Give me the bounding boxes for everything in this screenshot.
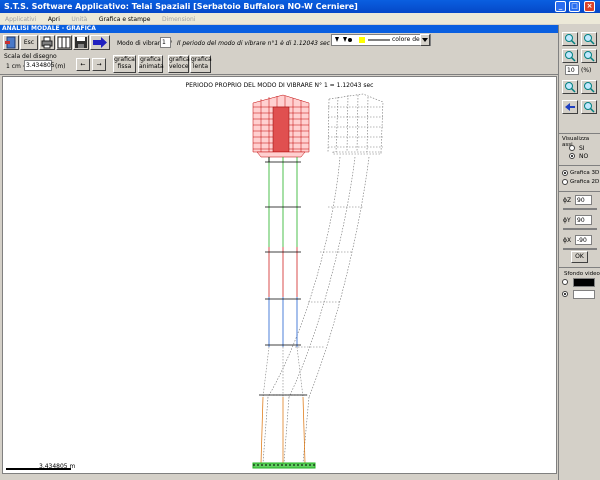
columns-orange (260, 396, 306, 464)
window-title-bar: S.T.S. Software Applicativo: Telai Spazi… (0, 0, 600, 13)
maximize-button[interactable]: □ (569, 1, 580, 12)
zoom-in-button[interactable] (562, 32, 578, 46)
esc-button[interactable]: Esc (20, 35, 38, 50)
phi-x-input[interactable]: -90 (575, 235, 592, 245)
grafica-2d-label: Grafica 2D (570, 179, 600, 185)
phi-x-label: ɸX (563, 237, 572, 244)
axes-si-label: SI (579, 145, 585, 152)
magnifier-fit-icon (584, 51, 595, 62)
minimize-button[interactable]: _ (555, 1, 566, 12)
scale-right-button[interactable]: → (92, 58, 106, 71)
ok-button[interactable]: OK (571, 251, 588, 263)
grafica-animata-button[interactable]: grafica animata (138, 55, 164, 73)
bg-title: Sfondo video (564, 271, 600, 277)
color-picker[interactable]: colore dei (331, 34, 431, 46)
scale-bar-label: 3.434805 m (39, 463, 76, 470)
floppy-disk-icon (75, 37, 87, 48)
grafica-veloce-button[interactable]: grafica veloce (168, 55, 190, 73)
tank-mesh (252, 94, 310, 158)
zoom-out-button[interactable] (581, 32, 597, 46)
bg-black-swatch[interactable] (573, 278, 595, 287)
foundation (252, 462, 316, 469)
divider (559, 133, 600, 134)
color-dropdown-button[interactable] (420, 34, 430, 46)
view-prev-button[interactable] (562, 100, 578, 114)
next-arrow-button[interactable] (90, 35, 110, 50)
rotate-right-button[interactable] (581, 80, 597, 94)
grafica-3d-radio[interactable] (562, 170, 568, 176)
arrow-left-icon (565, 103, 575, 111)
mode-input[interactable]: 1 (160, 37, 171, 48)
arrow-right-icon (93, 37, 107, 48)
panel-title: ANALISI MODALE - GRAFICA (0, 25, 558, 33)
close-button[interactable]: × (584, 1, 595, 12)
menu-unita[interactable]: Unità (71, 16, 87, 23)
bg-white-radio[interactable] (562, 291, 568, 297)
drawing-canvas[interactable]: PERIODO PROPRIO DEL MODO DI VIBRARE N° 1… (2, 76, 557, 474)
columns-icon (57, 36, 71, 49)
view-next-button[interactable] (581, 100, 597, 114)
divider (559, 191, 600, 192)
menu-applicativi[interactable]: Applicativi (5, 16, 36, 23)
phi-z-input[interactable]: 90 (575, 195, 592, 205)
menu-apri[interactable]: Apri (48, 16, 60, 23)
axes-no-label: NO (579, 153, 589, 160)
phi-y-input[interactable]: 90 (575, 215, 592, 225)
divider (559, 165, 600, 166)
magnifier-minus-icon (584, 34, 595, 45)
period-text: Il periodo del modo di vibrare n°1 è di … (177, 40, 330, 47)
color-label: colore dei (392, 36, 422, 43)
window-title: S.T.S. Software Applicativo: Telai Spazi… (4, 2, 358, 11)
phi-y-label: ɸY (563, 217, 571, 224)
grafica-2d-radio[interactable] (562, 179, 568, 185)
columns-lower (262, 346, 304, 398)
columns-button[interactable] (56, 35, 72, 50)
printer-icon (41, 36, 53, 49)
grafica-lenta-button[interactable]: grafica lenta (190, 55, 212, 73)
scale-unit: (m) (55, 63, 66, 70)
pan-button[interactable] (562, 49, 578, 63)
grafica-3d-label: Grafica 3D (570, 170, 600, 176)
rotate-icon (584, 82, 595, 93)
bg-black-radio[interactable] (562, 279, 568, 285)
structure-drawing (6, 93, 384, 470)
scale-input[interactable]: 3.434805 (24, 60, 55, 71)
menu-bar: Applicativi Apri Unità Grafica e stampe … (0, 13, 600, 24)
exit-door-icon (5, 36, 16, 49)
zoom-unit: (%) (581, 67, 592, 74)
columns-green (268, 157, 298, 247)
print-button[interactable] (39, 35, 55, 50)
right-panel: 10 (%) Visualizza assi SI NO Grafica 3D … (558, 25, 600, 480)
chevron-down-icon (422, 38, 428, 42)
phi-y-slider[interactable] (563, 228, 597, 230)
columns-blue (268, 297, 298, 347)
divider (559, 267, 600, 268)
toolbar: Esc Modo di vibrare n° 1 Il periodo del … (0, 33, 558, 75)
zoom-percent-input[interactable]: 10 (565, 65, 579, 75)
grafica-fissa-button[interactable]: grafica fissa (113, 55, 136, 73)
axes-no-radio[interactable] (569, 153, 575, 159)
magnifier-icon (584, 102, 595, 113)
rotate-left-button[interactable] (562, 80, 578, 94)
menu-dimensioni[interactable]: Dimensioni (162, 16, 196, 23)
phi-x-slider[interactable] (563, 248, 597, 250)
menu-grafica-stampe[interactable]: Grafica e stampe (99, 16, 151, 23)
scale-label: Scala del disegno (4, 53, 57, 60)
fit-button[interactable] (581, 49, 597, 63)
rotate-icon (565, 82, 576, 93)
phi-z-slider[interactable] (563, 208, 597, 210)
scale-left-button[interactable]: ← (76, 58, 90, 71)
exit-icon-button[interactable] (3, 35, 19, 50)
phi-z-label: ɸZ (563, 197, 572, 204)
columns-red (268, 247, 298, 297)
magnifier-icon (565, 51, 576, 62)
bg-white-swatch[interactable] (573, 290, 595, 299)
magnifier-plus-icon (565, 34, 576, 45)
axes-si-radio[interactable] (569, 145, 575, 151)
save-button[interactable] (73, 35, 89, 50)
